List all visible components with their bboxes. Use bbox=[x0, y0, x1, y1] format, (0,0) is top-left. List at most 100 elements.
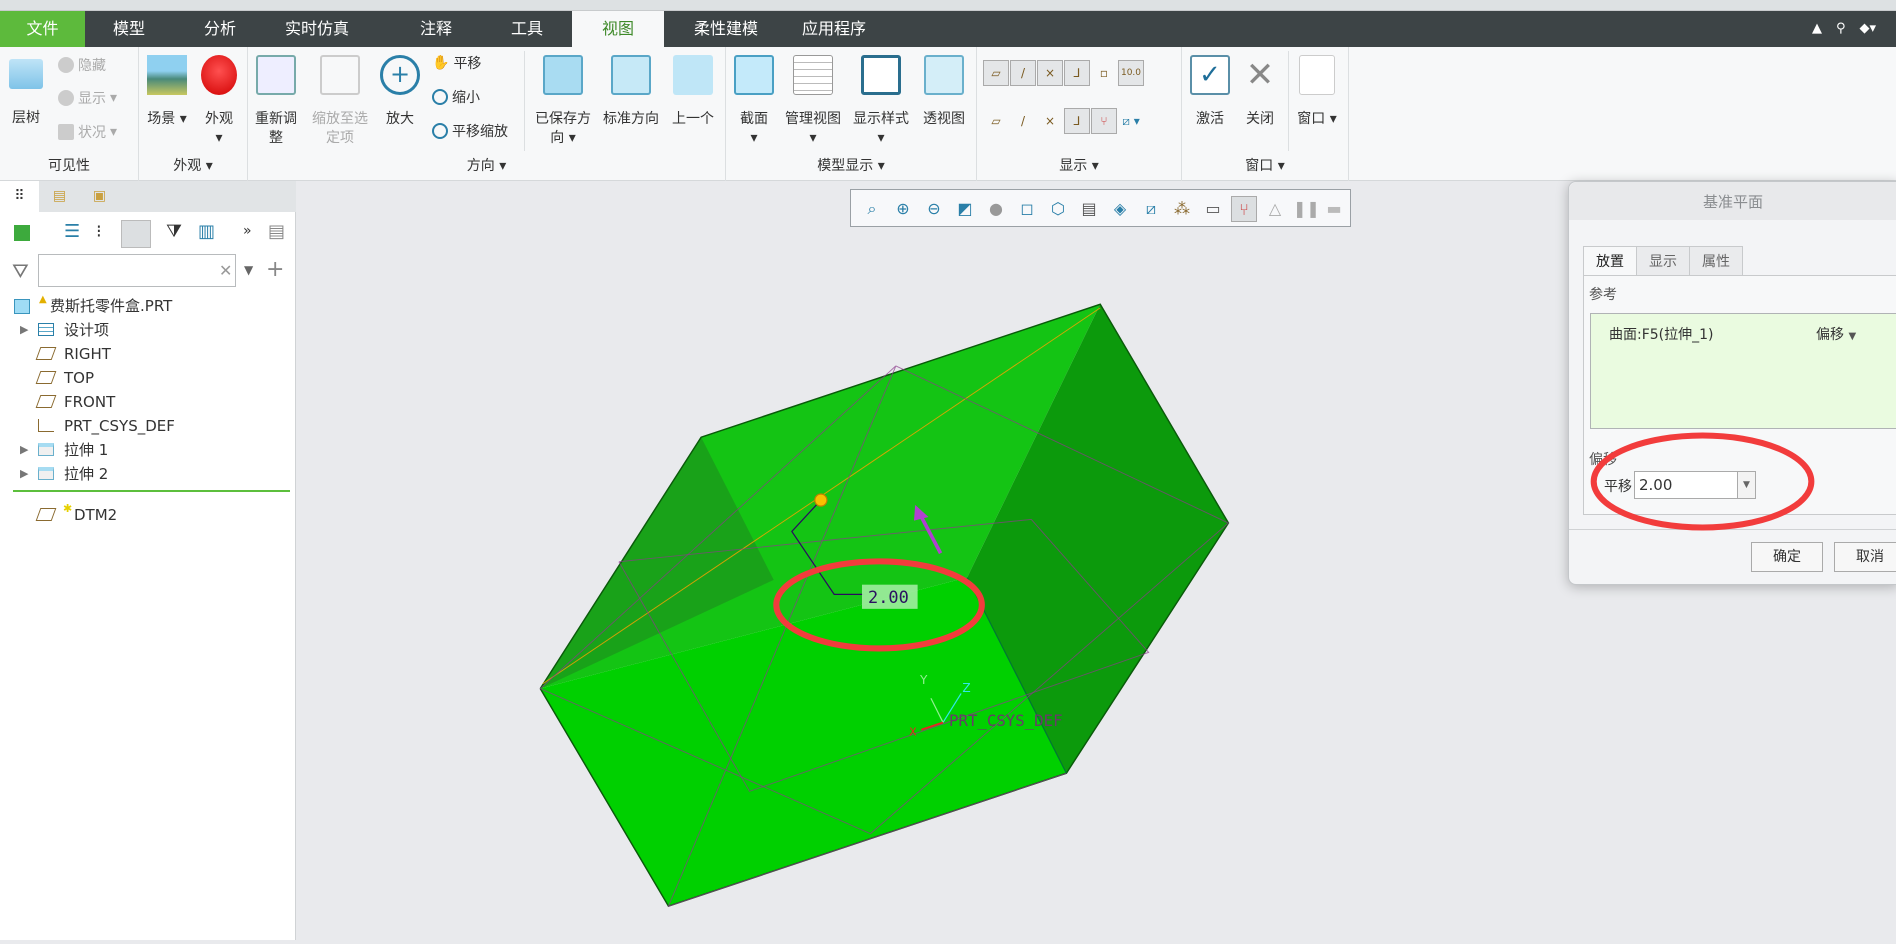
clear-icon[interactable]: ✕ bbox=[219, 261, 232, 280]
zoom-in-icon[interactable]: ⊕ bbox=[890, 196, 916, 222]
tab-applications[interactable]: 应用程序 bbox=[779, 11, 889, 47]
tree-settings-icon[interactable]: ☰ bbox=[64, 221, 80, 242]
filter-dropdown-icon[interactable]: ▼ bbox=[244, 263, 253, 277]
search-icon[interactable]: ⚲ bbox=[1836, 11, 1846, 47]
pan-zoom-button[interactable]: 平移缩放 bbox=[432, 121, 508, 141]
tab-properties[interactable]: 属性 bbox=[1689, 246, 1743, 276]
tree-search-input[interactable] bbox=[38, 254, 236, 287]
minimize-ribbon-icon[interactable]: ▲ bbox=[1812, 11, 1822, 47]
dimension-value[interactable]: 2.00 bbox=[868, 587, 909, 607]
axis-tag-toggle[interactable]: / bbox=[1010, 108, 1036, 134]
tab-annotate[interactable]: 注释 bbox=[391, 11, 481, 47]
add-icon[interactable]: + bbox=[266, 257, 284, 282]
appearance-button[interactable]: 外观 ▾ bbox=[197, 55, 241, 148]
tab-tools[interactable]: 工具 bbox=[482, 11, 572, 47]
tree-item[interactable]: ▶ 拉伸 2 bbox=[0, 462, 296, 486]
tab-model[interactable]: 模型 bbox=[84, 11, 174, 47]
zoom-out-button[interactable]: 缩小 bbox=[432, 87, 480, 107]
window-menu-button[interactable]: 窗口 ▾ bbox=[1292, 55, 1342, 129]
translation-input[interactable]: 2.00 bbox=[1634, 471, 1738, 499]
spin-center-display-toggle[interactable]: ⑂ bbox=[1091, 108, 1117, 134]
perspective-button[interactable]: 透视图 bbox=[916, 55, 972, 129]
standard-orientation-button[interactable]: 标准方向 bbox=[598, 55, 664, 129]
saved-orientations-button[interactable]: 已保存方向 ▾ bbox=[530, 55, 596, 148]
tree-item[interactable]: ▶ 设计项 bbox=[0, 318, 296, 342]
cancel-button[interactable]: 取消 bbox=[1834, 542, 1896, 572]
expand-arrow-icon[interactable]: ▶ bbox=[20, 318, 28, 342]
display-style-icon[interactable]: ● bbox=[983, 196, 1009, 222]
insert-here-line[interactable] bbox=[13, 490, 290, 492]
perspective-icon[interactable]: ◈ bbox=[1107, 196, 1133, 222]
saved-orientations-icon[interactable]: ◻ bbox=[1014, 196, 1040, 222]
expand-arrow-icon[interactable]: ▶ bbox=[20, 462, 28, 486]
manage-views-button[interactable]: 管理视图 ▾ bbox=[780, 55, 846, 148]
layer-tree-button[interactable]: 层树 bbox=[6, 59, 46, 128]
tree-item[interactable]: ▶ 拉伸 1 bbox=[0, 438, 296, 462]
manage-views-icon[interactable]: ▤ bbox=[1076, 196, 1102, 222]
plane-tag-toggle[interactable]: ▱ bbox=[983, 108, 1009, 134]
annotation-display-toggle[interactable]: 10.0 bbox=[1118, 60, 1144, 86]
pause-icon[interactable]: ❚❚ bbox=[1293, 196, 1320, 222]
pan-button[interactable]: ✋ 平移 bbox=[432, 53, 481, 73]
show-button[interactable]: 显示 ▾ bbox=[58, 88, 117, 108]
reference-item[interactable]: 曲面:F5(拉伸_1) bbox=[1609, 324, 1714, 344]
show-columns-toggle[interactable] bbox=[121, 220, 151, 248]
tree-item[interactable]: FRONT bbox=[0, 390, 296, 414]
part-display-icon[interactable] bbox=[14, 225, 30, 241]
expand-arrow-icon[interactable]: ▶ bbox=[20, 438, 28, 462]
tree-item[interactable]: RIGHT bbox=[0, 342, 296, 366]
zoom-in-button[interactable]: + 放大 bbox=[378, 55, 422, 129]
tree-layout-icon[interactable]: ▥ bbox=[198, 221, 215, 242]
model-tree-tab[interactable]: ⠿ bbox=[0, 181, 39, 212]
tab-placement[interactable]: 放置 bbox=[1583, 246, 1637, 276]
close-window-button[interactable]: ✕ 关闭 bbox=[1238, 55, 1282, 129]
status-button[interactable]: 状况 ▾ bbox=[58, 122, 117, 142]
repaint-icon[interactable]: ◩ bbox=[952, 196, 978, 222]
refit-icon[interactable]: ⌕ bbox=[859, 196, 885, 222]
tab-simulation[interactable]: 实时仿真 bbox=[262, 11, 372, 47]
graphics-cache-icon[interactable]: ▬ bbox=[1321, 196, 1347, 222]
tree-columns-icon[interactable]: ⁝ bbox=[96, 221, 102, 242]
datum-display-filter[interactable]: ⧄ ▾ bbox=[1118, 108, 1144, 134]
part-model[interactable]: Z Y X PRT_CSYS_DEF 2.00 bbox=[539, 303, 1230, 908]
section-icon[interactable]: ⧄ bbox=[1138, 196, 1164, 222]
help-icon[interactable]: ◆▾ bbox=[1859, 11, 1876, 47]
references-list[interactable]: 曲面:F5(拉伸_1) 偏移 ▼ bbox=[1590, 313, 1896, 429]
tree-filter-icon[interactable]: ⧩ bbox=[166, 221, 182, 242]
favorites-tab[interactable]: ▣ bbox=[80, 181, 119, 212]
display-style-button[interactable]: 显示样式 ▾ bbox=[848, 55, 914, 148]
annotation-display-icon[interactable]: ▭ bbox=[1200, 196, 1226, 222]
tab-analysis[interactable]: 分析 bbox=[175, 11, 265, 47]
csys-display-toggle[interactable]: ⅃ bbox=[1064, 60, 1090, 86]
animation-icon[interactable]: △ bbox=[1262, 196, 1288, 222]
datum-display-icon[interactable]: ⁂ bbox=[1169, 196, 1195, 222]
activate-button[interactable]: ✓ 激活 bbox=[1188, 55, 1232, 129]
previous-orientation-button[interactable]: 上一个 bbox=[666, 55, 720, 129]
more-icon[interactable]: » bbox=[243, 223, 252, 239]
spin-center-toggle[interactable]: ▫ bbox=[1091, 60, 1117, 86]
tab-flexible-modeling[interactable]: 柔性建模 bbox=[671, 11, 781, 47]
drag-handle[interactable] bbox=[814, 493, 828, 507]
scene-button[interactable]: 场景 ▾ bbox=[145, 55, 189, 129]
ok-button[interactable]: 确定 bbox=[1751, 542, 1823, 572]
reference-constraint-dropdown[interactable]: 偏移 ▼ bbox=[1816, 324, 1856, 344]
axis-display-toggle[interactable]: / bbox=[1010, 60, 1036, 86]
hide-button[interactable]: 隐藏 bbox=[58, 55, 106, 75]
tree-item[interactable]: TOP bbox=[0, 366, 296, 390]
translation-dropdown-icon[interactable]: ▼ bbox=[1737, 471, 1756, 499]
tab-file[interactable]: 文件 bbox=[0, 11, 85, 47]
plane-display-toggle[interactable]: ▱ bbox=[983, 60, 1009, 86]
section-button[interactable]: 截面 ▾ bbox=[732, 55, 776, 148]
csys-tag-toggle[interactable]: ⅃ bbox=[1064, 108, 1090, 134]
zoom-out-icon[interactable]: ⊖ bbox=[921, 196, 947, 222]
folder-browser-tab[interactable]: ▤ bbox=[40, 181, 79, 212]
tree-item[interactable]: PRT_CSYS_DEF bbox=[0, 414, 296, 438]
refit-button[interactable]: 重新调整 bbox=[252, 55, 300, 148]
list-icon[interactable]: ▤ bbox=[268, 221, 285, 242]
tree-item-dtm2[interactable]: ✱ DTM2 bbox=[0, 502, 296, 527]
point-tag-toggle[interactable]: × bbox=[1037, 108, 1063, 134]
spin-center-icon[interactable]: ⑂ bbox=[1231, 196, 1257, 222]
zoom-to-selected-button[interactable]: 缩放至选定项 bbox=[310, 55, 370, 148]
point-display-toggle[interactable]: × bbox=[1037, 60, 1063, 86]
tab-display[interactable]: 显示 bbox=[1636, 246, 1690, 276]
